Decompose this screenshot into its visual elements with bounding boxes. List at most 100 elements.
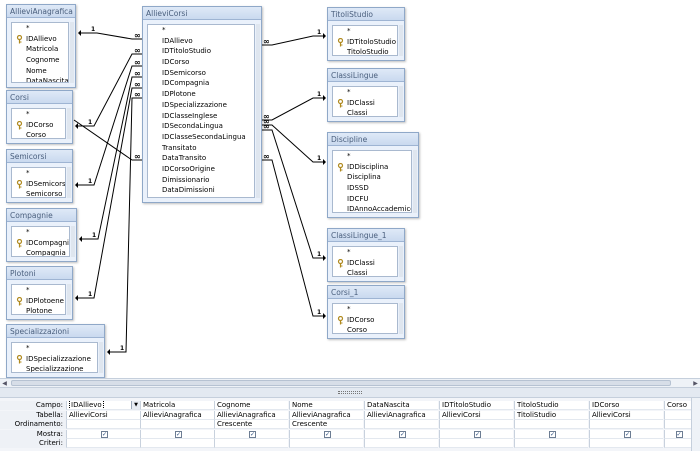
field-list[interactable]: * IDDisciplina Disciplina IDSSD IDCFU IDAnnoA…	[332, 150, 412, 213]
show-checkbox[interactable]: ✓	[324, 430, 331, 438]
table-title[interactable]: AllieviCorsi	[143, 7, 261, 20]
field-item[interactable]: IDCorso	[12, 120, 65, 131]
grid-cell-mostra[interactable]: ✓	[364, 429, 438, 439]
grid-cell-criteri[interactable]	[439, 439, 513, 448]
field-item[interactable]: *	[333, 304, 397, 315]
field-item[interactable]: Nome	[12, 66, 68, 77]
table-title[interactable]: Plotoni	[7, 267, 72, 280]
diagram-horizontal-scrollbar[interactable]: ◀ ▶	[0, 378, 700, 387]
table-classilingue_1[interactable]: ClassiLingue_1 * IDClassi Classi	[327, 228, 405, 282]
grid-cell-tabella[interactable]: TitoliStudio	[514, 410, 588, 420]
grid-cell-tabella[interactable]: AllieviAnagrafica	[289, 410, 363, 420]
table-discipline[interactable]: Discipline * IDDisciplina Disciplina IDSSD ID…	[327, 132, 419, 218]
table-title[interactable]: Discipline	[328, 133, 418, 146]
field-item[interactable]: Transitato	[148, 143, 254, 154]
field-item[interactable]: IDSSD	[333, 183, 411, 194]
field-list[interactable]: * IDCorso Corso	[332, 303, 398, 334]
table-title[interactable]: Compagnie	[7, 209, 76, 222]
grid-cell-mostra[interactable]: ✓	[589, 429, 663, 439]
field-item[interactable]: IDTitoloStudio	[148, 46, 254, 57]
field-item[interactable]: *	[148, 25, 254, 36]
grid-cell-campo[interactable]: Nome	[289, 401, 363, 410]
grid-cell-criteri[interactable]	[589, 439, 663, 448]
table-allievicorsi[interactable]: AllieviCorsi * IDAllievo IDTitoloStudio IDCo…	[142, 6, 262, 203]
grid-cell-tabella[interactable]: AllieviCorsi	[439, 410, 513, 420]
grid-cell-campo[interactable]: DataNascita	[364, 401, 438, 410]
grid-cell-ordinamento[interactable]	[664, 420, 691, 429]
show-checkbox[interactable]: ✓	[474, 430, 481, 438]
field-item[interactable]: *	[12, 285, 65, 296]
table-scrollbar[interactable]	[413, 150, 417, 213]
grid-cell-tabella[interactable]: AllieviAnagrafica	[214, 410, 288, 420]
grid-cell-campo[interactable]: IDTitoloStudio	[439, 401, 513, 410]
show-checkbox[interactable]: ✓	[175, 430, 182, 438]
field-item[interactable]: Compagnia	[12, 248, 69, 256]
table-specializzazioni[interactable]: Specializzazioni * IDSpecializzazione Speci…	[6, 324, 105, 378]
table-title[interactable]: TitoliStudio	[328, 8, 404, 21]
grid-cell-mostra[interactable]: ✓	[664, 429, 691, 439]
grid-cell-campo[interactable]: Corso	[664, 401, 691, 410]
field-item[interactable]: IDTitoloStudio	[333, 37, 397, 48]
grid-cell-mostra[interactable]: ✓	[140, 429, 214, 439]
table-scrollbar[interactable]	[71, 226, 75, 257]
table-classilingue[interactable]: ClassiLingue * IDClassi Classi	[327, 68, 405, 122]
grid-cell-ordinamento[interactable]	[514, 420, 588, 429]
grid-cell-ordinamento[interactable]	[589, 420, 663, 429]
field-item[interactable]: IDCFU	[333, 194, 411, 205]
field-item[interactable]: IDSpecializzazione	[148, 100, 254, 111]
pane-splitter[interactable]	[0, 387, 700, 398]
grid-cell-campo[interactable]: IDCorso	[589, 401, 663, 410]
field-item[interactable]: *	[12, 109, 65, 120]
grid-cell-tabella[interactable]: AllieviCorsi	[66, 410, 140, 420]
table-diagram-pane[interactable]: ∞ 1 ∞ 1 ∞ 1 ∞ 1 ∞ 1 ∞ 1 ∞ ∞ 1 ∞ 1 ∞ 1 ∞ 1 ∞ 1 AllieviAnagrafic…	[0, 0, 700, 380]
field-item[interactable]: Dimissionario	[148, 175, 254, 186]
field-item[interactable]: Semicorso	[12, 189, 65, 197]
grid-cell-mostra[interactable]: ✓	[439, 429, 513, 439]
field-list[interactable]: * IDCorso Corso	[11, 108, 66, 139]
field-item[interactable]: IDAllievo	[12, 34, 68, 45]
relation-line[interactable]	[79, 32, 142, 40]
field-item[interactable]: IDCorso	[148, 57, 254, 68]
table-plotoni[interactable]: Plotoni * IDPlotoene Plotone	[6, 266, 73, 320]
relation-line[interactable]	[80, 76, 142, 240]
field-list[interactable]: * IDClassi Classi	[332, 86, 398, 117]
field-item[interactable]: *	[12, 168, 65, 179]
table-corsi[interactable]: Corsi * IDCorso Corso	[6, 90, 73, 144]
field-item[interactable]: *	[12, 343, 97, 354]
table-scrollbar[interactable]	[399, 246, 403, 277]
field-item[interactable]: IDCompagnia	[148, 78, 254, 89]
field-item[interactable]: IDSecondaLingua	[148, 121, 254, 132]
grid-cell-criteri[interactable]	[214, 439, 288, 448]
grid-cell-ordinamento[interactable]: Crescente	[214, 420, 288, 429]
grid-cell-mostra[interactable]: ✓	[514, 429, 588, 439]
relation-line[interactable]	[262, 97, 325, 121]
grid-cell-tabella[interactable]	[664, 410, 691, 420]
field-item[interactable]: IDCorso	[333, 315, 397, 326]
field-list[interactable]: * IDTitoloStudio TitoloStudio	[332, 25, 398, 56]
field-item[interactable]: Corso	[333, 325, 397, 333]
table-titolistudio[interactable]: TitoliStudio * IDTitoloStudio TitoloStudio	[327, 7, 405, 61]
field-item[interactable]: *	[12, 227, 69, 238]
relation-line[interactable]	[76, 87, 142, 299]
table-scrollbar[interactable]	[399, 303, 403, 334]
show-checkbox[interactable]: ✓	[675, 430, 683, 438]
field-item[interactable]: IDCorsoOrigine	[148, 164, 254, 175]
grid-cell-criteri[interactable]	[140, 439, 214, 448]
grid-cell-tabella[interactable]: AllieviCorsi	[589, 410, 663, 420]
field-item[interactable]: IDClassi	[333, 98, 397, 109]
grid-cell-criteri[interactable]	[364, 439, 438, 448]
grid-cell-ordinamento[interactable]	[140, 420, 214, 429]
field-item[interactable]: Corso	[12, 130, 65, 138]
table-title[interactable]: Corsi_1	[328, 286, 404, 299]
field-item[interactable]: *	[333, 87, 397, 98]
table-semicorsi[interactable]: Semicorsi * IDSemicorso Semicorso	[6, 149, 73, 203]
field-item[interactable]: IDAllievo	[148, 36, 254, 47]
field-item[interactable]: IDClassi	[333, 258, 397, 269]
field-item[interactable]: IDPlotone	[148, 89, 254, 100]
show-checkbox[interactable]: ✓	[399, 430, 406, 438]
field-item[interactable]: Classi	[333, 108, 397, 116]
field-item[interactable]: IDCompagnia	[12, 238, 69, 249]
show-checkbox[interactable]: ✓	[101, 430, 108, 438]
relation-line[interactable]	[262, 129, 325, 259]
grid-vertical-scrollbar[interactable]	[691, 398, 700, 451]
